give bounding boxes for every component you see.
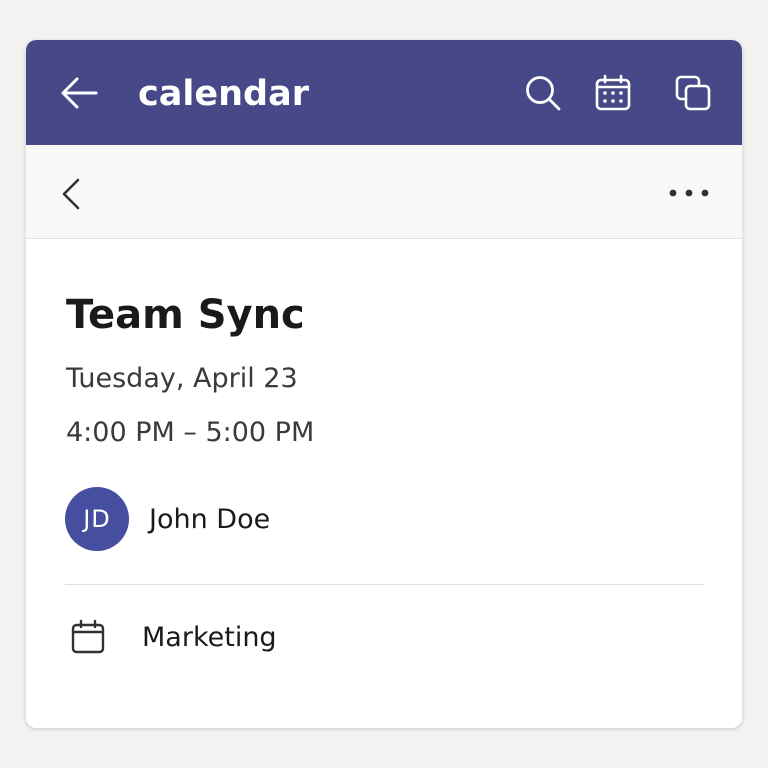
event-details-card: calendar Team Sync Tuesday, April 23 4:0…	[26, 40, 742, 728]
divider	[65, 584, 704, 585]
calendar-row[interactable]: Marketing	[70, 617, 277, 657]
organizer-name: John Doe	[149, 503, 271, 535]
chevron-left-icon[interactable]	[60, 177, 82, 211]
more-horizontal-icon[interactable]	[666, 185, 712, 201]
avatar: JD	[65, 487, 129, 551]
app-header: calendar	[26, 40, 742, 145]
toolbar	[26, 145, 742, 239]
event-details: Team Sync Tuesday, April 23 4:00 PM – 5:…	[26, 239, 742, 728]
arrow-left-icon[interactable]	[60, 76, 98, 110]
open-in-new-window-icon[interactable]	[674, 74, 712, 112]
calendar-name: Marketing	[142, 621, 277, 653]
search-icon[interactable]	[524, 74, 562, 112]
calendar-grid-icon[interactable]	[594, 74, 632, 112]
event-date: Tuesday, April 23	[66, 363, 298, 394]
event-title: Team Sync	[66, 292, 305, 338]
event-time: 4:00 PM – 5:00 PM	[66, 417, 315, 448]
organizer[interactable]: JD John Doe	[65, 487, 270, 551]
calendar-icon	[71, 619, 105, 654]
app-title: calendar	[138, 74, 309, 114]
